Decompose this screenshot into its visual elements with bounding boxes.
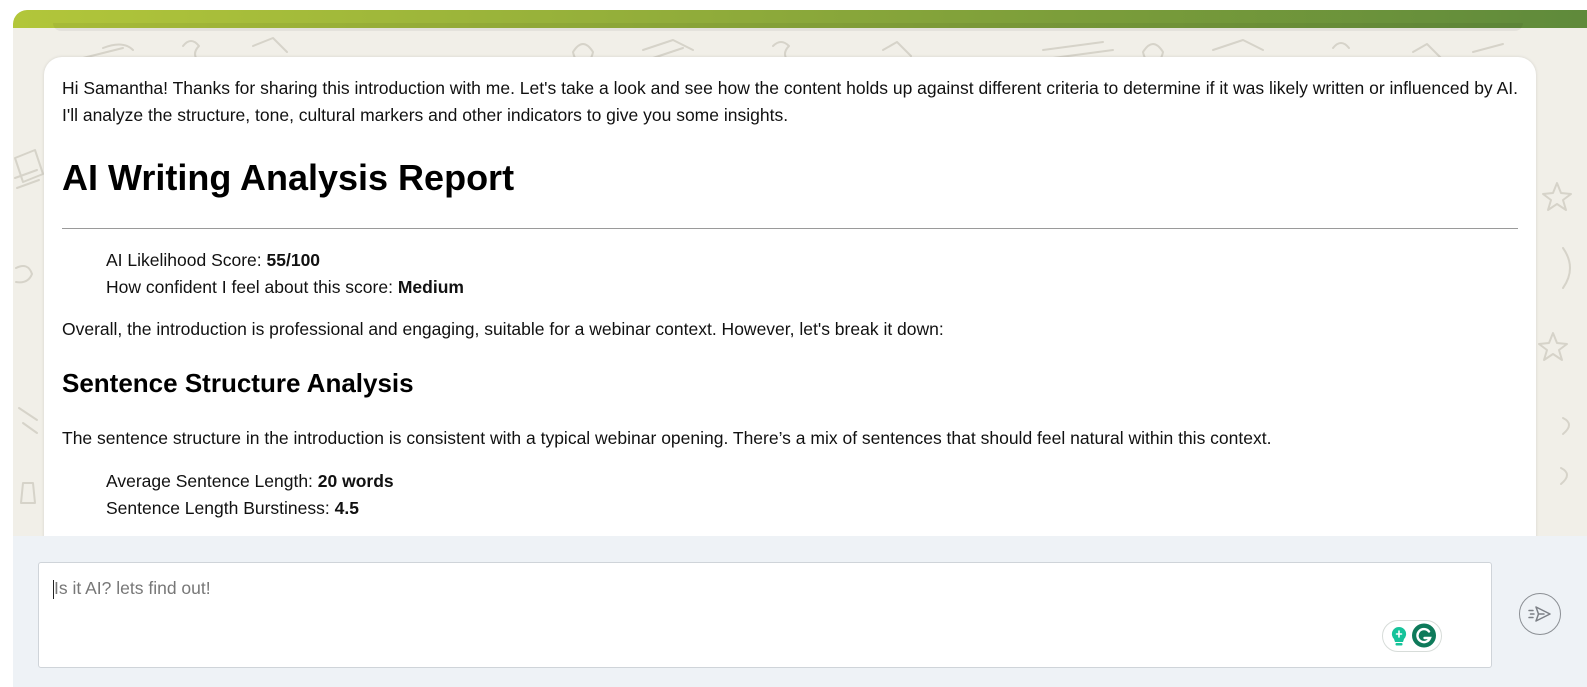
send-icon — [1527, 605, 1551, 622]
message-input[interactable]: Is it AI? lets find out! — [38, 562, 1492, 668]
confidence-label: How confident I feel about this score: — [106, 277, 398, 297]
structure-text: The sentence structure in the introducti… — [62, 428, 1272, 448]
message-input-placeholder: Is it AI? lets find out! — [54, 578, 211, 598]
send-button[interactable] — [1519, 593, 1561, 635]
report-title: AI Writing Analysis Report — [62, 157, 515, 198]
confidence-line: How confident I feel about this score: M… — [106, 274, 1518, 301]
avg-sentence-length-line: Average Sentence Length: 20 words — [106, 468, 1518, 495]
metrics-block: Average Sentence Length: 20 words Senten… — [62, 468, 1518, 522]
assistant-message: Hi Samantha! Thanks for sharing this int… — [44, 57, 1536, 536]
likelihood-score-value: 55/100 — [266, 250, 321, 270]
section-divider — [62, 228, 1518, 229]
overall-text: Overall, the introduction is professiona… — [62, 319, 944, 339]
score-block: AI Likelihood Score: 55/100 How confiden… — [62, 247, 1518, 301]
likelihood-score-label: AI Likelihood Score: — [106, 250, 267, 270]
burstiness-line: Sentence Length Burstiness: 4.5 — [106, 495, 1518, 522]
burstiness-label: Sentence Length Burstiness: — [106, 498, 335, 518]
lightbulb-icon[interactable] — [1391, 626, 1407, 646]
grammarly-g-icon[interactable] — [1412, 623, 1436, 648]
intro-text: Hi Samantha! Thanks for sharing this int… — [62, 78, 1518, 125]
composer-bar: Is it AI? lets find out! — [13, 536, 1587, 687]
avg-sentence-length-value: 20 words — [317, 471, 394, 491]
likelihood-score-line: AI Likelihood Score: 55/100 — [106, 247, 1518, 274]
chat-scroll-area[interactable]: Hi Samantha! Thanks for sharing this int… — [13, 28, 1587, 536]
grammarly-widget[interactable] — [1382, 620, 1442, 652]
confidence-value: Medium — [397, 277, 464, 297]
burstiness-value: 4.5 — [334, 498, 359, 518]
section-title: Sentence Structure Analysis — [62, 368, 414, 398]
avg-sentence-length-label: Average Sentence Length: — [106, 471, 318, 491]
chat-app: Hi Samantha! Thanks for sharing this int… — [13, 10, 1587, 687]
